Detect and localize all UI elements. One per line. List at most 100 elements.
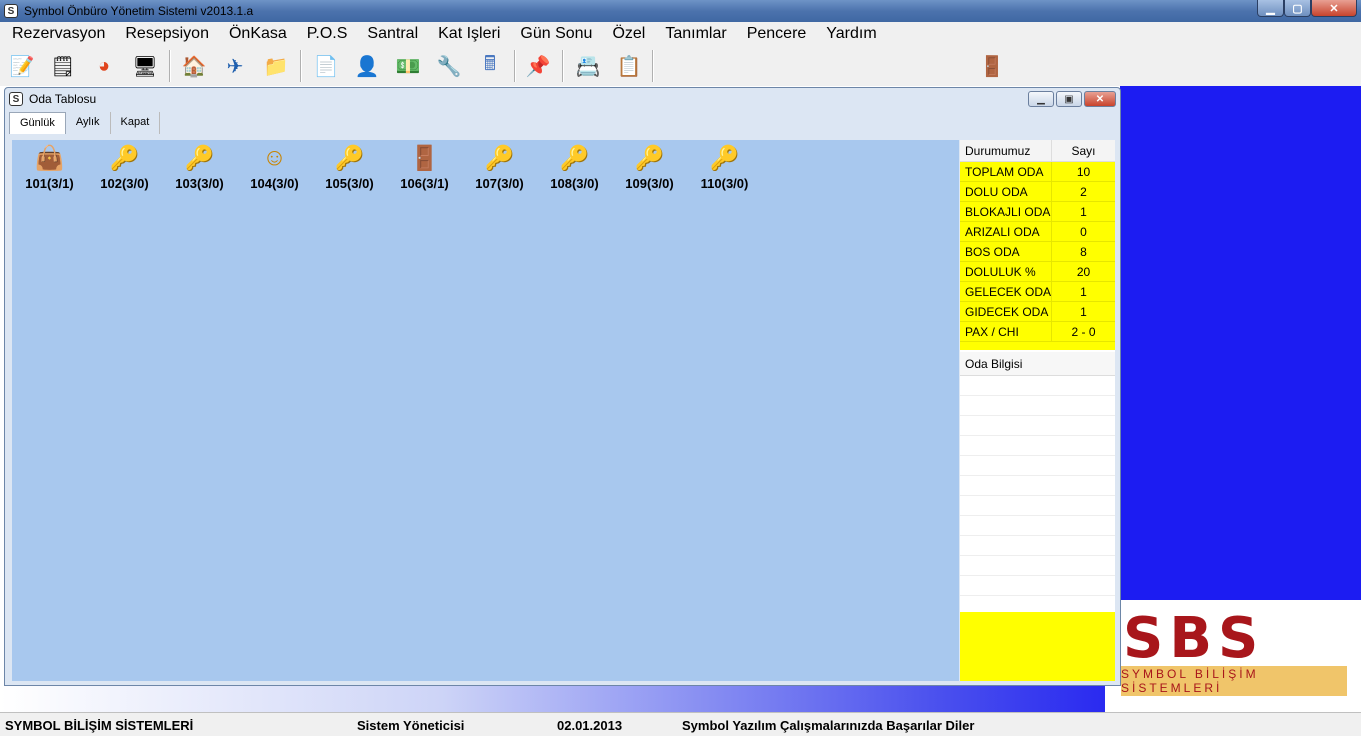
menu-onkasa[interactable]: ÖnKasa <box>221 22 299 46</box>
tab-aylik[interactable]: Aylık <box>66 112 111 134</box>
status-message: Symbol Yazılım Çalışmalarınızda Başarıla… <box>682 718 975 733</box>
menu-gun-sonu[interactable]: Gün Sonu <box>512 22 604 46</box>
menu-kat-isleri[interactable]: Kat Işleri <box>430 22 512 46</box>
stats-label: BOS ODA <box>960 242 1052 261</box>
room-110[interactable]: 🔑 110(3/0) <box>687 140 762 192</box>
room-label: 106(3/1) <box>400 176 449 191</box>
room-105[interactable]: 🔑 105(3/0) <box>312 140 387 192</box>
room-102[interactable]: 🔑 102(3/0) <box>87 140 162 192</box>
directory-icon[interactable]: 📇 <box>572 50 604 82</box>
folder-icon[interactable]: 📁 <box>260 50 292 82</box>
stats-value: 0 <box>1080 225 1087 239</box>
close-button[interactable]: ✕ <box>1311 0 1357 17</box>
menu-pos[interactable]: P.O.S <box>299 22 360 46</box>
company-logo: SBS SYMBOL BİLİŞİM SİSTEMLERİ <box>1105 600 1361 712</box>
stats-value: 10 <box>1076 165 1091 179</box>
stats-row[interactable]: GELECEK ODA 1 <box>960 282 1115 302</box>
stats-row[interactable]: DOLULUK % 20 <box>960 262 1115 282</box>
child-restore-button[interactable]: ▣ <box>1056 91 1082 107</box>
oda-tablosu-title-bar[interactable]: S Oda Tablosu ▁ ▣ ✕ <box>5 88 1120 110</box>
home-icon[interactable]: 🏠 <box>178 50 210 82</box>
child-minimize-button[interactable]: ▁ <box>1028 91 1054 107</box>
menu-bar: Rezervasyon Resepsiyon ÖnKasa P.O.S Sant… <box>0 22 1361 46</box>
menu-tanimlar[interactable]: Tanımlar <box>657 22 738 46</box>
calculator-icon[interactable]: 🖩 <box>474 50 506 82</box>
toolbar-separator <box>652 50 653 82</box>
stats-col-sayi: Sayı <box>1071 144 1096 158</box>
toolbar-separator <box>169 50 170 82</box>
view-tabs: Günlük Aylık Kapat <box>9 112 161 134</box>
room-label: 108(3/0) <box>550 176 599 191</box>
window-controls: ▁ ▢ ✕ <box>1257 0 1357 17</box>
room-info-line <box>960 416 1115 436</box>
room-info-highlight <box>960 612 1115 681</box>
child-close-button[interactable]: ✕ <box>1084 91 1116 107</box>
menu-yardim[interactable]: Yardım <box>818 22 888 46</box>
pie-chart-icon[interactable]: ◕ <box>88 50 120 82</box>
toolbar-separator <box>300 50 301 82</box>
status-user: Sistem Yöneticisi <box>357 718 465 733</box>
app-logo-icon: S <box>4 4 18 18</box>
tab-kapat[interactable]: Kapat <box>111 112 161 134</box>
room-info-line <box>960 396 1115 416</box>
app-title-bar[interactable]: S Symbol Önbüro Yönetim Sistemi v2013.1.… <box>0 0 1361 22</box>
menu-santral[interactable]: Santral <box>359 22 430 46</box>
room-info-line <box>960 556 1115 576</box>
checklist-icon[interactable]: 🗒 <box>47 50 79 82</box>
toolbar-separator <box>562 50 563 82</box>
document-icon[interactable]: 📄 <box>310 50 342 82</box>
vacant-key-icon: 🔑 <box>334 144 365 172</box>
stats-row[interactable]: BOS ODA 8 <box>960 242 1115 262</box>
stats-row[interactable]: TOPLAM ODA 10 <box>960 162 1115 182</box>
user-card-icon[interactable]: 👤 <box>351 50 383 82</box>
flight-ticket-icon[interactable]: ✈ <box>219 50 251 82</box>
status-company: SYMBOL BİLİŞİM SİSTEMLERİ <box>5 718 194 733</box>
room-info-line <box>960 516 1115 536</box>
stats-label: ARIZALI ODA <box>960 222 1052 241</box>
room-label: 105(3/0) <box>325 176 374 191</box>
stats-row[interactable]: DOLU ODA 2 <box>960 182 1115 202</box>
room-101[interactable]: 👜 101(3/1) <box>12 140 87 192</box>
tools-icon[interactable]: 🔧 <box>433 50 465 82</box>
room-106[interactable]: 🚪 106(3/1) <box>387 140 462 192</box>
child-window-controls: ▁ ▣ ✕ <box>1028 91 1116 107</box>
room-label: 102(3/0) <box>100 176 149 191</box>
room-label: 110(3/0) <box>700 176 749 191</box>
stats-row[interactable]: BLOKAJLI ODA 1 <box>960 202 1115 222</box>
room-108[interactable]: 🔑 108(3/0) <box>537 140 612 192</box>
exit-door-icon[interactable]: 🚪 <box>976 50 1008 82</box>
stats-value: 20 <box>1076 265 1091 279</box>
stats-row[interactable]: ARIZALI ODA 0 <box>960 222 1115 242</box>
money-icon[interactable]: 💵 <box>392 50 424 82</box>
room-info-line <box>960 536 1115 556</box>
maximize-icon: ▢ <box>1292 2 1303 15</box>
room-109[interactable]: 🔑 109(3/0) <box>612 140 687 192</box>
room-info-line <box>960 376 1115 396</box>
room-103[interactable]: 🔑 103(3/0) <box>162 140 237 192</box>
maximize-button[interactable]: ▢ <box>1284 0 1311 17</box>
room-104[interactable]: ☺ 104(3/0) <box>237 140 312 191</box>
room-info-line <box>960 476 1115 496</box>
room-107[interactable]: 🔑 107(3/0) <box>462 140 537 192</box>
menu-pencere[interactable]: Pencere <box>739 22 819 46</box>
menu-rezervasyon[interactable]: Rezervasyon <box>4 22 117 46</box>
occupied-bag-icon: 👜 <box>34 144 65 172</box>
notebook-pen-icon[interactable]: 📝 <box>6 50 38 82</box>
room-label: 101(3/1) <box>25 176 74 191</box>
room-info-line <box>960 576 1115 596</box>
desktop-gradient-strip <box>0 686 1105 712</box>
menu-resepsiyon[interactable]: Resepsiyon <box>117 22 221 46</box>
sticky-note-icon[interactable]: 📌 <box>522 50 554 82</box>
clipboard-icon[interactable]: 📋 <box>613 50 645 82</box>
minimize-button[interactable]: ▁ <box>1257 0 1284 17</box>
toolbar: 📝 🗒 ◕ 🖥 🏠 ✈ 📁 📄 👤 💵 🔧 🖩 📌 📇 📋 🚪 <box>0 46 1361 86</box>
stats-row[interactable]: GIDECEK ODA 1 <box>960 302 1115 322</box>
room-info-line <box>960 436 1115 456</box>
stats-row[interactable]: PAX / CHI 2 - 0 <box>960 322 1115 342</box>
room-label: 107(3/0) <box>475 176 524 191</box>
monitor-icon[interactable]: 🖥 <box>129 50 161 82</box>
stats-label: DOLU ODA <box>960 182 1052 201</box>
vacant-key-icon: 🔑 <box>184 144 215 172</box>
menu-ozel[interactable]: Özel <box>604 22 657 46</box>
tab-gunluk[interactable]: Günlük <box>9 112 66 134</box>
